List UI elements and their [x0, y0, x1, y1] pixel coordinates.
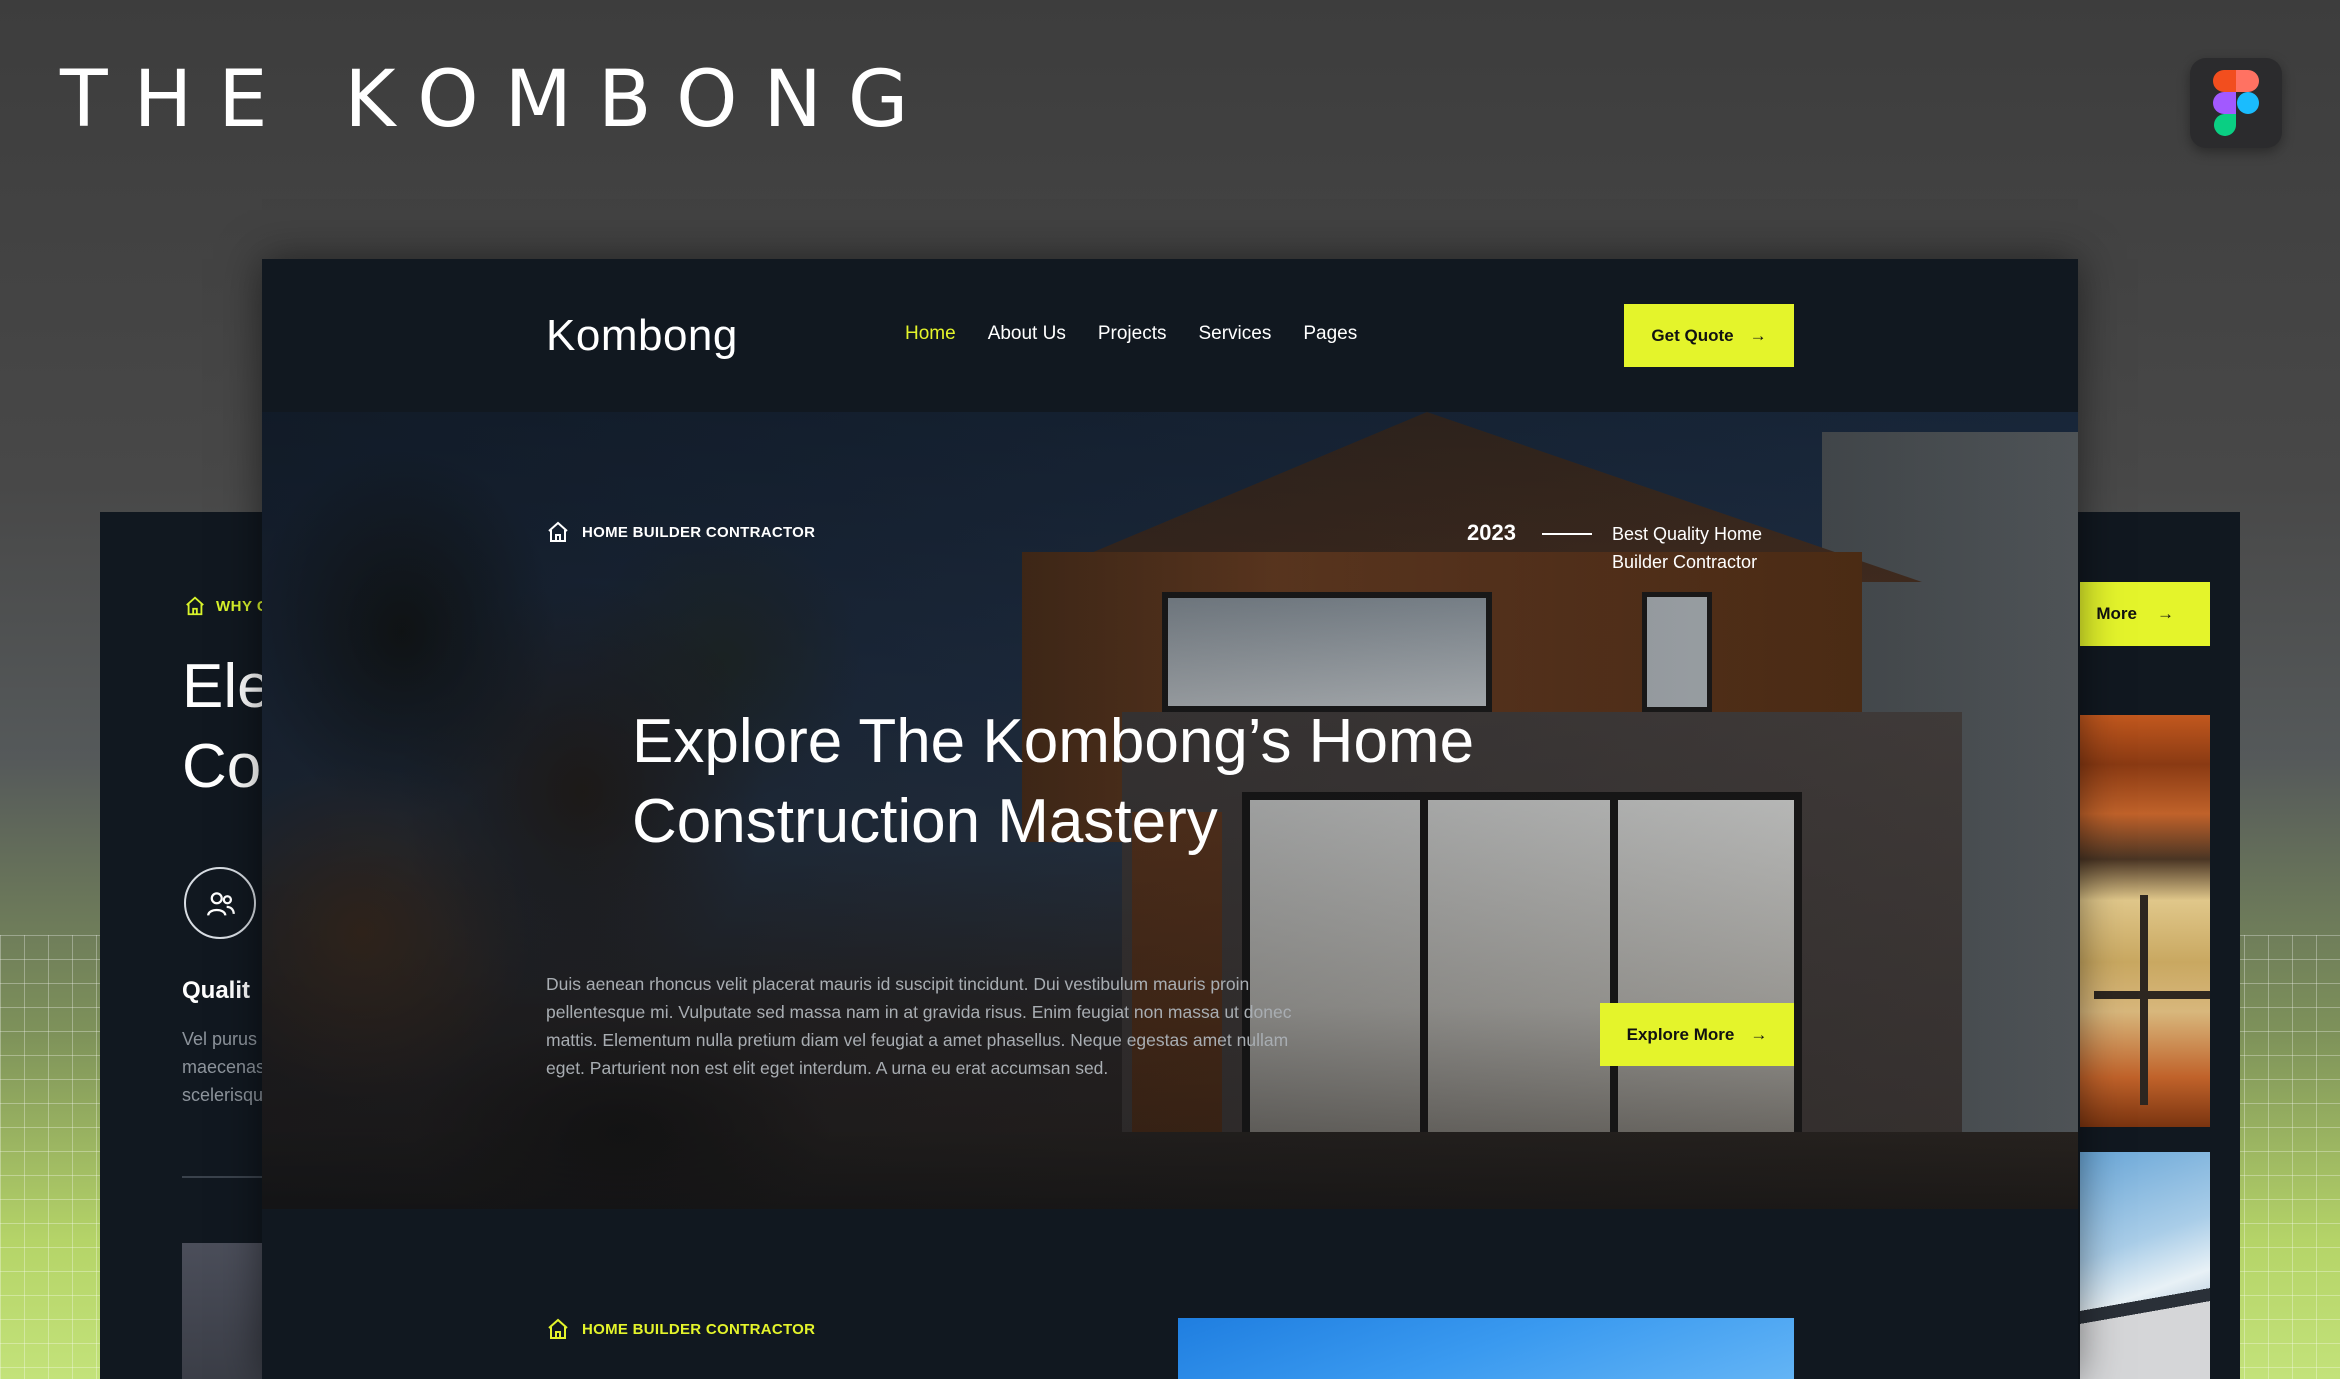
section2-image [1178, 1318, 1794, 1379]
back-left-tag: WHY C [184, 595, 268, 617]
get-quote-button[interactable]: Get Quote → [1624, 304, 1794, 367]
hero-year-caption-line1: Best Quality Home [1612, 524, 1763, 544]
hero-title: Explore The Kombong’s Home Construction … [632, 702, 1592, 862]
back-right-more-button[interactable]: More → [2080, 582, 2210, 646]
hero-year: 2023 [1467, 520, 1516, 545]
home-icon [186, 596, 204, 616]
hero-year-caption-line2: Builder Contractor [1612, 552, 1758, 572]
main-mockup: Kombong Home About Us Projects Services … [262, 259, 2078, 1379]
hero-body-text: Duis aenean rhoncus velit placerat mauri… [546, 974, 1292, 1078]
home-icon [548, 521, 568, 542]
hero-title-line1: Explore The Kombong’s Home [632, 707, 1475, 776]
figma-icon [2190, 58, 2282, 148]
back-right-image-wood [2080, 715, 2210, 1127]
hero-tag-label: HOME BUILDER CONTRACTOR [582, 523, 816, 541]
explore-more-label: Explore More [1626, 1024, 1735, 1044]
arrow-right-icon: → [2157, 604, 2174, 623]
explore-more-button[interactable]: Explore More → [1600, 1003, 1794, 1066]
hero-title-line2: Construction Mastery [632, 787, 1218, 856]
brand-title: THE KOMBONG [60, 55, 935, 145]
nav-link-services[interactable]: Services [1198, 323, 1271, 345]
hero-tag: HOME BUILDER CONTRACTOR [546, 520, 815, 544]
arrow-right-icon: → [1749, 325, 1767, 345]
nav-link-about-us[interactable]: About Us [988, 323, 1066, 345]
get-quote-label: Get Quote [1651, 325, 1734, 345]
nav-link-projects[interactable]: Projects [1098, 323, 1167, 345]
hero-year-caption: Best Quality Home Builder Contractor [1612, 520, 1772, 576]
section2-tag: HOME BUILDER CONTRACTOR [546, 1317, 815, 1341]
users-icon [184, 867, 256, 939]
hero-section: HOME BUILDER CONTRACTOR 2023 Best Qualit… [262, 412, 2078, 1209]
nav-links: Home About Us Projects Services Pages [905, 323, 1357, 345]
navbar: Kombong Home About Us Projects Services … [262, 259, 2078, 412]
back-right-more-label: More [2096, 604, 2137, 623]
nav-link-pages[interactable]: Pages [1303, 323, 1357, 345]
nav-link-home[interactable]: Home [905, 323, 956, 345]
back-right-image-sky [2080, 1152, 2210, 1379]
arrow-right-icon: → [1750, 1024, 1768, 1044]
back-left-tag-label: WHY C [216, 597, 269, 615]
section2-tag-label: HOME BUILDER CONTRACTOR [582, 1320, 816, 1338]
home-icon [548, 1318, 568, 1339]
site-logo[interactable]: Kombong [546, 311, 738, 361]
hero-year-divider [1542, 533, 1592, 535]
